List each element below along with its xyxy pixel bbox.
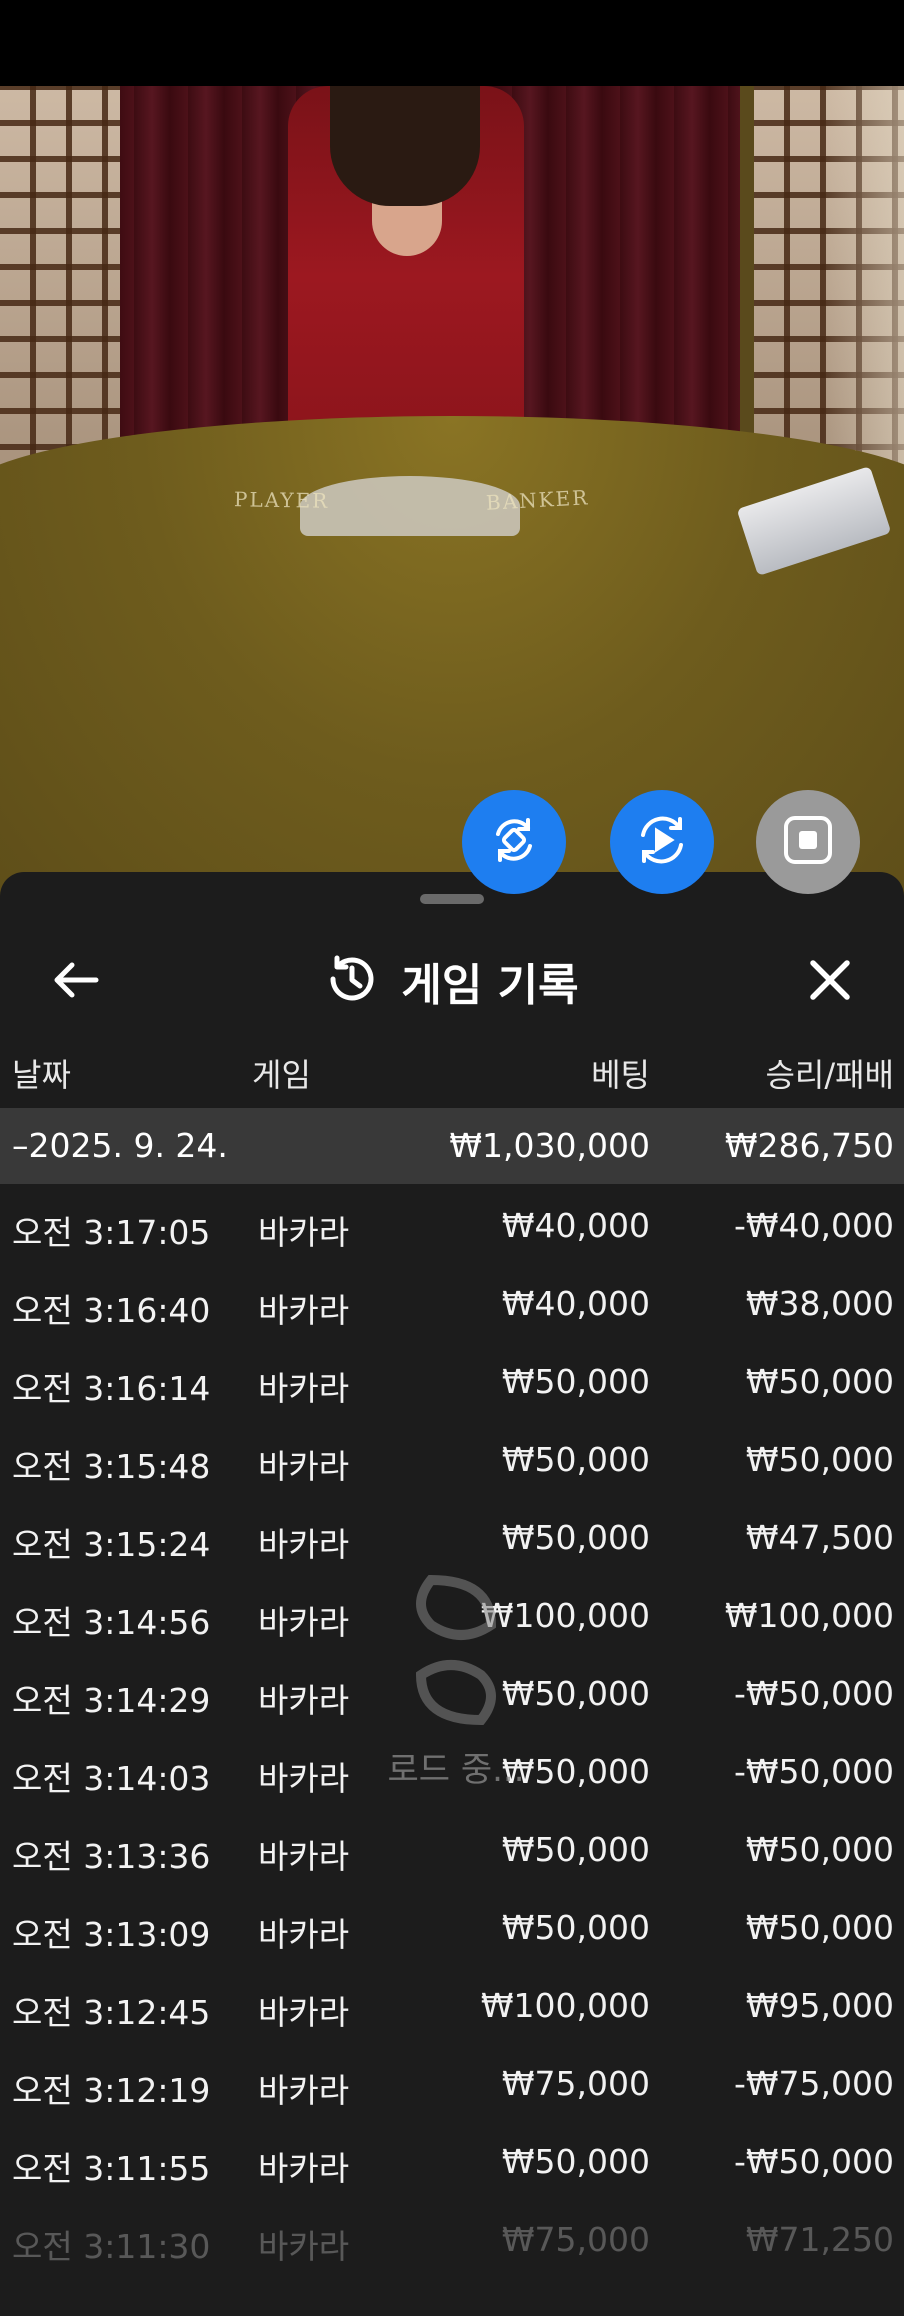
row-game: 바카라	[258, 2071, 350, 2110]
history-column-headers: 날짜 게임 베팅 승리/패배	[0, 1040, 904, 1104]
history-row[interactable]: 오전 3:11:30 바카라 ₩75,000 ₩71,250	[0, 2200, 904, 2278]
row-game: 바카라	[258, 1213, 350, 1252]
history-row[interactable]: 오전 3:15:48 바카라 ₩50,000 ₩50,000	[0, 1420, 904, 1498]
row-winloss: ₩100,000	[724, 1596, 894, 1635]
row-bet: ₩40,000	[501, 1284, 650, 1323]
row-time: 오전 3:12:19	[12, 2071, 211, 2110]
history-row[interactable]: 오전 3:13:36 바카라 ₩50,000 ₩50,000	[0, 1810, 904, 1888]
row-winloss: ₩50,000	[745, 1830, 894, 1869]
row-time: 오전 3:17:05	[12, 1213, 211, 1252]
row-winloss: ₩50,000	[745, 1362, 894, 1401]
loading-text: 로드 중...	[387, 1750, 525, 1790]
row-bet: ₩50,000	[501, 1440, 650, 1479]
row-game: 바카라	[258, 1603, 350, 1642]
row-winloss: ₩50,000	[745, 1908, 894, 1947]
row-game: 바카라	[258, 1525, 350, 1564]
table-label-player: PLAYER	[233, 487, 330, 513]
column-header-winloss: 승리/패배	[765, 1056, 894, 1094]
sheet-title-group: 게임 기록	[0, 946, 904, 1016]
swap-view-button[interactable]	[462, 790, 566, 894]
row-time: 오전 3:14:56	[12, 1603, 211, 1642]
history-row[interactable]: 오전 3:11:55 바카라 ₩50,000 -₩50,000	[0, 2122, 904, 2200]
row-game: 바카라	[258, 1837, 350, 1876]
row-game: 바카라	[258, 1993, 350, 2032]
row-winloss: -₩50,000	[733, 1674, 894, 1713]
row-game: 바카라	[258, 2149, 350, 2188]
row-time: 오전 3:15:24	[12, 1525, 211, 1564]
sheet-header: 게임 기록	[0, 932, 904, 1028]
row-winloss: -₩40,000	[733, 1206, 894, 1245]
row-game: 바카라	[258, 1291, 350, 1330]
row-bet: ₩75,000	[501, 2220, 650, 2259]
replay-play-icon	[633, 811, 691, 873]
summary-winloss-total: ₩286,750	[724, 1126, 894, 1165]
row-winloss: -₩75,000	[733, 2064, 894, 2103]
row-time: 오전 3:15:48	[12, 1447, 211, 1486]
close-button[interactable]	[802, 954, 858, 1010]
row-winloss: ₩71,250	[745, 2220, 894, 2259]
history-clock-icon	[325, 953, 377, 1009]
replay-button[interactable]	[610, 790, 714, 894]
stop-square-icon	[782, 814, 834, 870]
row-game: 바카라	[258, 1447, 350, 1486]
row-bet: ₩50,000	[501, 1518, 650, 1557]
history-row[interactable]: 오전 3:15:24 바카라 ₩50,000 ₩47,500	[0, 1498, 904, 1576]
sheet-grab-handle[interactable]	[420, 894, 484, 904]
row-game: 바카라	[258, 1369, 350, 1408]
column-header-game: 게임	[252, 1056, 311, 1094]
row-bet: ₩50,000	[501, 1362, 650, 1401]
sheet-title: 게임 기록	[401, 960, 579, 1011]
row-bet: ₩75,000	[501, 2064, 650, 2103]
close-icon	[808, 958, 852, 1006]
row-bet: ₩100,000	[480, 1986, 650, 2025]
history-row[interactable]: 오전 3:17:05 바카라 ₩40,000 -₩40,000	[0, 1186, 904, 1264]
row-bet: ₩50,000	[501, 2142, 650, 2181]
summary-date: –2025. 9. 24.	[12, 1126, 228, 1165]
live-video: PLAYER BANKER	[0, 86, 904, 906]
row-game: 바카라	[258, 1759, 350, 1798]
row-winloss: -₩50,000	[733, 2142, 894, 2181]
spinner-icon	[401, 1570, 511, 1734]
row-winloss: ₩50,000	[745, 1440, 894, 1479]
row-game: 바카라	[258, 1915, 350, 1954]
column-header-date: 날짜	[12, 1056, 71, 1094]
loading-indicator: 로드 중...	[376, 1570, 536, 1820]
row-game: 바카라	[258, 2227, 350, 2266]
dealer-hair	[330, 86, 480, 206]
row-bet: ₩40,000	[501, 1206, 650, 1245]
column-header-bet: 베팅	[591, 1056, 650, 1094]
row-time: 오전 3:11:30	[12, 2227, 211, 2266]
row-winloss: ₩95,000	[745, 1986, 894, 2025]
row-bet: ₩50,000	[501, 1908, 650, 1947]
row-winloss: ₩47,500	[745, 1518, 894, 1557]
row-winloss: ₩38,000	[745, 1284, 894, 1323]
history-row[interactable]: 오전 3:16:40 바카라 ₩40,000 ₩38,000	[0, 1264, 904, 1342]
summary-bet-total: ₩1,030,000	[449, 1126, 650, 1165]
row-time: 오전 3:12:45	[12, 1993, 211, 2032]
stop-button[interactable]	[756, 790, 860, 894]
row-time: 오전 3:11:55	[12, 2149, 211, 2188]
refresh-diamond-icon	[486, 812, 542, 872]
row-time: 오전 3:14:29	[12, 1681, 211, 1720]
date-summary-row[interactable]: –2025. 9. 24. ₩1,030,000 ₩286,750	[0, 1108, 904, 1184]
row-time: 오전 3:14:03	[12, 1759, 211, 1798]
history-row[interactable]: 오전 3:12:45 바카라 ₩100,000 ₩95,000	[0, 1966, 904, 2044]
history-row[interactable]: 오전 3:16:14 바카라 ₩50,000 ₩50,000	[0, 1342, 904, 1420]
row-time: 오전 3:13:09	[12, 1915, 211, 1954]
history-row[interactable]: 오전 3:13:09 바카라 ₩50,000 ₩50,000	[0, 1888, 904, 1966]
row-game: 바카라	[258, 1681, 350, 1720]
row-time: 오전 3:16:40	[12, 1291, 211, 1330]
row-winloss: -₩50,000	[733, 1752, 894, 1791]
row-time: 오전 3:16:14	[12, 1369, 211, 1408]
row-time: 오전 3:13:36	[12, 1837, 211, 1876]
row-bet: ₩50,000	[501, 1830, 650, 1869]
history-row[interactable]: 오전 3:12:19 바카라 ₩75,000 -₩75,000	[0, 2044, 904, 2122]
